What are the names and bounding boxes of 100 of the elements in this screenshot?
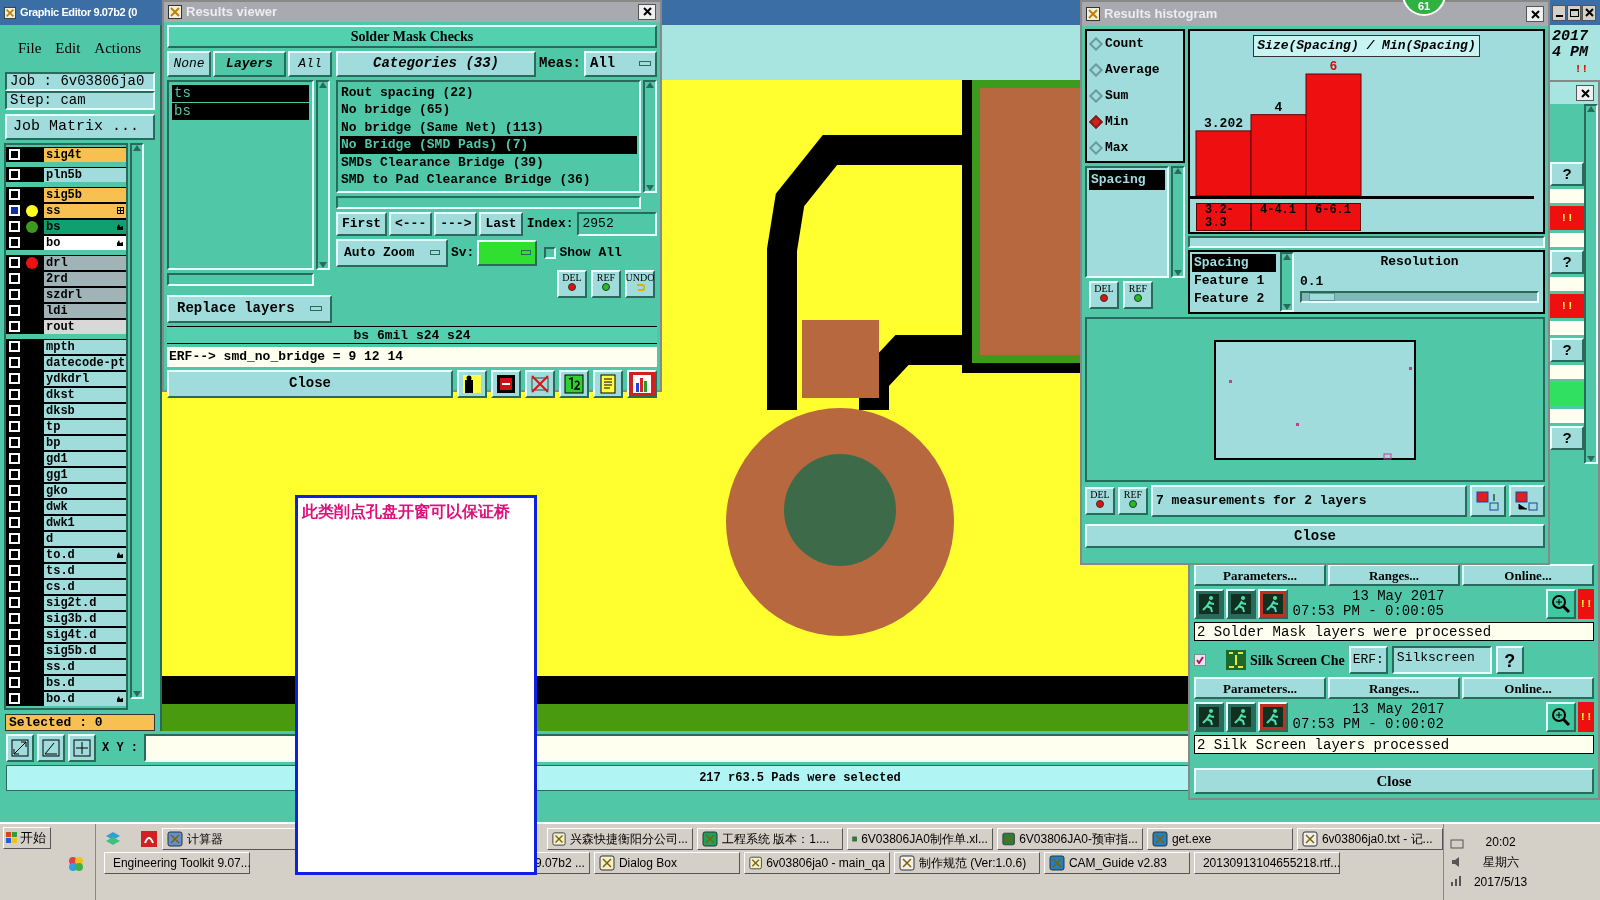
layer-checkbox[interactable] (9, 645, 20, 656)
auto-zoom-dropdown[interactable]: Auto Zoom (336, 238, 448, 267)
check-option-button[interactable]: Parameters... (1194, 677, 1326, 699)
layer-name[interactable]: sig5b (44, 187, 126, 202)
histogram-bar[interactable] (1250, 114, 1307, 197)
layer-checkbox[interactable] (9, 289, 20, 300)
layer-name[interactable]: bs.d (44, 675, 126, 690)
layer-filter-button[interactable]: All (288, 50, 332, 77)
layer-checkbox[interactable] (9, 221, 20, 232)
layer-checkbox[interactable] (9, 677, 20, 688)
check-option-button[interactable]: Parameters... (1194, 564, 1326, 586)
tool-button[interactable]: REF (591, 269, 621, 298)
check-option-button[interactable]: Online... (1462, 677, 1594, 699)
help-button[interactable]: ? (1550, 338, 1584, 362)
action-icon-button[interactable] (525, 369, 555, 398)
layer-name[interactable]: to.d (44, 547, 126, 562)
layer-name[interactable]: dwk1 (44, 515, 126, 530)
show-all-checkbox[interactable] (544, 246, 557, 259)
layer-name[interactable]: dwk (44, 499, 126, 514)
export-chart-button[interactable] (1509, 485, 1545, 517)
tool-button[interactable]: DEL (557, 269, 587, 298)
action-icon-button[interactable] (491, 369, 521, 398)
layer-name[interactable]: ldi (44, 303, 126, 318)
minimize-button[interactable] (1552, 4, 1566, 21)
category-item[interactable]: No Bridge (SMD Pads) (7) (340, 136, 637, 154)
horizontal-scrollbar[interactable] (1188, 236, 1545, 248)
layer-checkbox[interactable] (9, 469, 20, 480)
layer-name[interactable]: pln5b (44, 167, 126, 182)
layer-checkbox[interactable] (9, 565, 20, 576)
layer-checkbox[interactable] (9, 549, 20, 560)
check-option-button[interactable]: Ranges... (1328, 677, 1460, 699)
scroll-up-arrow-icon[interactable] (1283, 254, 1291, 260)
menu-item[interactable]: Edit (55, 37, 81, 60)
layer-checkbox[interactable] (9, 357, 20, 368)
scroll-down-arrow-icon[interactable] (133, 691, 141, 697)
layer-checkbox[interactable] (9, 321, 20, 332)
layer-checkbox[interactable] (9, 273, 20, 284)
layer-name[interactable]: d (44, 531, 126, 546)
view-tool-button[interactable] (6, 734, 34, 762)
layer-checkbox[interactable] (9, 613, 20, 624)
layer-checkbox[interactable] (9, 517, 20, 528)
navigation-button[interactable]: First (336, 211, 387, 236)
resolution-slider-track[interactable] (1300, 291, 1539, 303)
layer-name[interactable]: bo.d (44, 691, 126, 706)
layer-checkbox[interactable] (9, 581, 20, 592)
layer-filter-button[interactable]: Layers (213, 50, 286, 77)
layer-checkbox[interactable] (9, 257, 20, 268)
check-enable-checkbox[interactable] (1194, 654, 1206, 666)
job-matrix-button[interactable]: Job Matrix ... (5, 114, 155, 140)
layer-name[interactable]: bo (44, 235, 126, 250)
taskbar-button[interactable]: CAM_Guide v2.83 (1043, 852, 1190, 874)
replace-layers-dropdown[interactable]: Replace layers (167, 294, 332, 323)
taskbar-button[interactable]: 6v03806ja0 - main_qa (743, 852, 890, 874)
navigation-button[interactable]: <--- (389, 211, 433, 236)
index-field[interactable]: 2952 (577, 211, 657, 236)
layer-name[interactable]: ydkdrl (44, 371, 126, 386)
layer-name[interactable]: ss.d (44, 659, 126, 674)
layer-checkbox[interactable] (9, 205, 20, 216)
scroll-up-arrow-icon[interactable] (319, 81, 327, 88)
category-item[interactable]: SMDs Clearance Bridge (39) (340, 153, 637, 171)
scroll-down-arrow-icon[interactable] (1174, 270, 1182, 276)
close-button[interactable]: Close (1194, 768, 1594, 794)
bin-label[interactable]: 4-4.1 (1251, 203, 1306, 231)
menu-item[interactable]: Actions (94, 37, 141, 60)
layer-checkbox[interactable] (9, 341, 20, 352)
help-button[interactable]: ? (1550, 162, 1584, 186)
result-layer-item[interactable]: ts (172, 84, 309, 102)
column-item[interactable]: Feature 2 (1192, 290, 1276, 308)
scroll-down-arrow-icon[interactable] (1283, 304, 1291, 310)
start-button[interactable]: 开始 (3, 827, 51, 849)
taskbar-button[interactable]: 兴森快捷衡阳分公司... (546, 828, 693, 850)
layer-name[interactable]: bp (44, 435, 126, 450)
check-option-button[interactable]: Online... (1462, 564, 1594, 586)
run-check-button[interactable] (1194, 702, 1224, 732)
tool-button[interactable]: DEL (1085, 487, 1115, 515)
erf-field[interactable]: Silkscreen (1391, 646, 1492, 674)
help-button[interactable]: ? (1495, 646, 1524, 674)
layer-name[interactable]: cs.d (44, 579, 126, 594)
layer-checkbox[interactable] (9, 453, 20, 464)
check-option-button[interactable]: Ranges... (1328, 564, 1460, 586)
close-button[interactable]: Close (1085, 524, 1545, 548)
layer-checkbox[interactable] (9, 237, 20, 248)
view-tool-button[interactable] (68, 734, 96, 762)
scroll-down-arrow-icon[interactable] (1587, 456, 1595, 462)
layer-name[interactable]: gko (44, 483, 126, 498)
export-chart-button[interactable] (1470, 485, 1506, 517)
layer-name[interactable]: 2rd (44, 271, 126, 286)
taskbar-button[interactable]: 6v03806ja0.txt - 记... (1296, 828, 1443, 850)
category-item[interactable]: SMD to Pad Clearance Bridge (36) (340, 171, 637, 189)
scrollbar[interactable] (643, 79, 657, 193)
scrollbar[interactable] (316, 79, 330, 270)
close-button[interactable] (1526, 6, 1544, 22)
close-button[interactable] (1582, 4, 1596, 21)
layer-checkbox[interactable] (9, 405, 20, 416)
layer-checkbox[interactable] (9, 389, 20, 400)
run-check-button[interactable] (1226, 702, 1256, 732)
scrollbar[interactable] (130, 143, 144, 699)
layer-name[interactable]: gg1 (44, 467, 126, 482)
layer-name[interactable]: gd1 (44, 451, 126, 466)
zoom-button[interactable] (1546, 589, 1576, 619)
